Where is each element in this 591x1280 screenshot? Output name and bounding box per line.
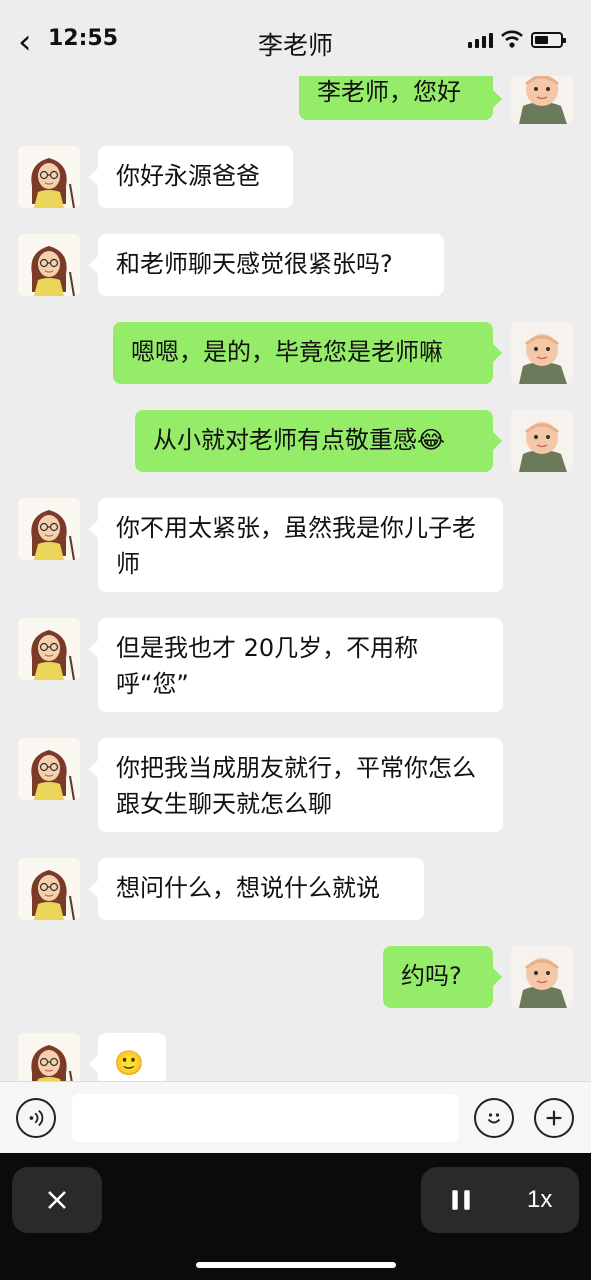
message-text: 想问什么，想说什么就说 — [116, 874, 380, 902]
home-indicator[interactable] — [196, 1262, 396, 1268]
avatar-boy-icon — [511, 76, 573, 124]
chat-header: ‹ 12:55 李老师 — [0, 0, 591, 76]
message-text: 你把我当成朋友就行，平常你怎么跟女生聊天就怎么聊 — [116, 754, 476, 818]
playback-speed-button[interactable]: 1x — [527, 1186, 552, 1214]
message-text: 约吗? — [401, 962, 462, 990]
message-bubble-received[interactable]: 你不用太紧张，虽然我是你儿子老师 — [89, 498, 503, 592]
avatar-teacher-icon — [18, 498, 80, 560]
avatar-boy-icon — [511, 946, 573, 1008]
plus-sign-icon — [546, 1110, 562, 1126]
my-avatar[interactable] — [511, 946, 573, 1008]
laughing-emoji-icon: 😂 — [417, 426, 446, 454]
message-bubble-received[interactable]: 但是我也才 20几岁，不用称呼“您” — [89, 618, 503, 712]
message-bubble-received[interactable]: 你好永源爸爸 — [89, 146, 293, 208]
teacher-avatar[interactable] — [18, 146, 80, 208]
signal-icon — [468, 33, 493, 48]
avatar-teacher-icon — [18, 858, 80, 920]
wechat-chat-screen: ‹ 12:55 李老师 李老师，您好 你好永源爸爸 和老师聊天感觉很紧张吗? 嗯… — [0, 0, 591, 1280]
playback-controls: 1x — [421, 1167, 579, 1233]
teacher-avatar[interactable] — [18, 498, 80, 560]
message-text: 和老师聊天感觉很紧张吗? — [116, 250, 393, 278]
close-icon — [48, 1191, 66, 1209]
teacher-avatar[interactable] — [18, 1033, 80, 1081]
message-text: 从小就对老师有点敬重感 — [153, 426, 417, 454]
message-bubble-sent[interactable]: 从小就对老师有点敬重感😂 — [135, 410, 502, 472]
wifi-icon — [501, 30, 523, 48]
voice-wave-icon — [29, 1109, 44, 1127]
avatar-boy-icon — [511, 322, 573, 384]
message-text: 你不用太紧张，虽然我是你儿子老师 — [116, 514, 476, 578]
message-bubble-sent[interactable]: 约吗? — [383, 946, 502, 1008]
avatar-boy-icon — [511, 410, 573, 472]
input-bar — [0, 1081, 591, 1153]
message-list[interactable]: 李老师，您好 你好永源爸爸 和老师聊天感觉很紧张吗? 嗯嗯，是的，毕竟您是老师嘛… — [0, 76, 591, 1081]
close-button[interactable] — [12, 1167, 102, 1233]
teacher-avatar[interactable] — [18, 234, 80, 296]
avatar-teacher-icon — [18, 146, 80, 208]
plus-icon[interactable] — [534, 1098, 574, 1138]
my-avatar[interactable] — [511, 322, 573, 384]
smile-emoji-icon: 🙂 — [114, 1049, 144, 1077]
video-player-controls: 1x — [0, 1153, 591, 1280]
avatar-teacher-icon — [18, 234, 80, 296]
my-avatar[interactable] — [511, 76, 573, 124]
message-text: 李老师，您好 — [317, 78, 461, 106]
smiley-face-icon — [487, 1113, 501, 1124]
avatar-teacher-icon — [18, 738, 80, 800]
message-text: 嗯嗯，是的，毕竟您是老师嘛 — [131, 338, 443, 366]
battery-icon — [531, 32, 566, 48]
avatar-teacher-icon — [18, 618, 80, 680]
pause-icon[interactable] — [448, 1187, 474, 1213]
message-text: 你好永源爸爸 — [116, 162, 260, 190]
teacher-avatar[interactable] — [18, 618, 80, 680]
message-bubble-received[interactable]: 🙂 — [89, 1033, 166, 1081]
teacher-avatar[interactable] — [18, 858, 80, 920]
avatar-teacher-icon — [18, 1033, 80, 1081]
message-bubble-received[interactable]: 想问什么，想说什么就说 — [89, 858, 424, 920]
message-input[interactable] — [72, 1094, 458, 1142]
message-bubble-sent[interactable]: 李老师，您好 — [299, 76, 502, 120]
teacher-avatar[interactable] — [18, 738, 80, 800]
status-icons — [468, 30, 566, 48]
voice-icon[interactable] — [16, 1098, 56, 1138]
message-text: 但是我也才 20几岁，不用称呼“您” — [116, 634, 419, 698]
message-bubble-received[interactable]: 和老师聊天感觉很紧张吗? — [89, 234, 444, 296]
message-bubble-received[interactable]: 你把我当成朋友就行，平常你怎么跟女生聊天就怎么聊 — [89, 738, 503, 832]
emoji-icon[interactable] — [474, 1098, 514, 1138]
message-bubble-sent[interactable]: 嗯嗯，是的，毕竟您是老师嘛 — [113, 322, 502, 384]
my-avatar[interactable] — [511, 410, 573, 472]
